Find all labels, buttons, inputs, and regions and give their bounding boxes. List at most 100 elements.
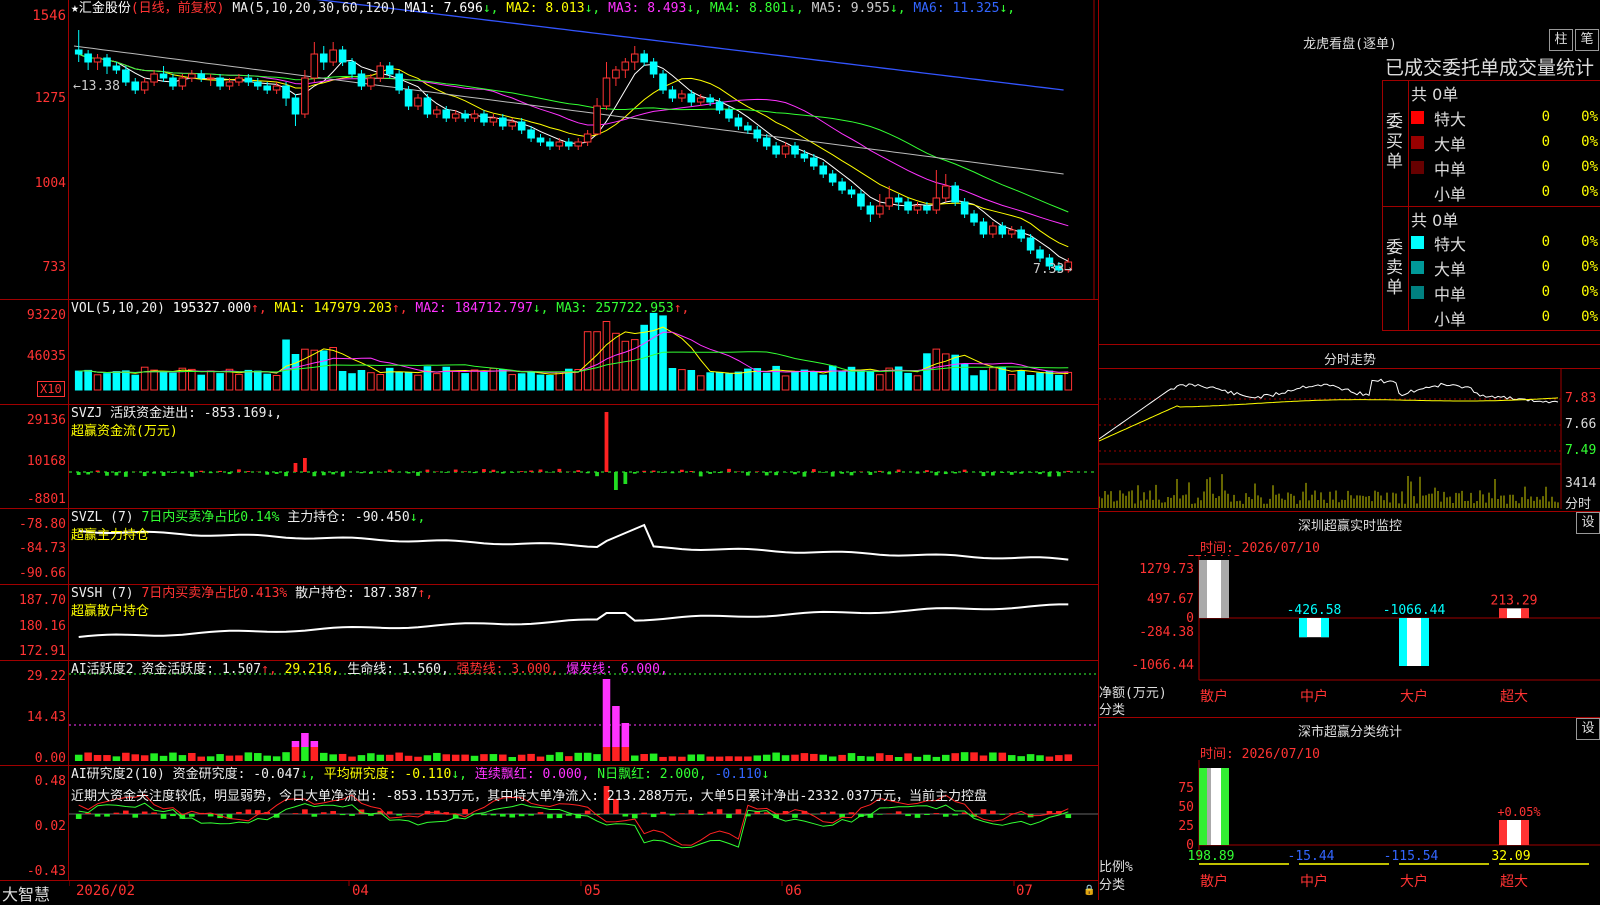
svsh-title: SVSH (7)	[71, 586, 141, 601]
panel-divider	[1099, 717, 1600, 718]
research-bar	[161, 814, 167, 819]
research-bar	[877, 814, 883, 815]
svsh-header: SVSH (7) 7日内买卖净占比0.413% 散户持仓: 187.387↑,	[71, 586, 433, 601]
research-bar	[302, 809, 308, 814]
volume-bar	[1065, 372, 1072, 390]
fund-flow-bar	[680, 470, 684, 472]
vol-unit-badge[interactable]: X10	[37, 381, 65, 397]
volume-bar	[990, 368, 997, 390]
fund-flow-bar	[605, 412, 609, 472]
brand-logo[interactable]: 大智慧	[2, 881, 50, 905]
active-bar	[801, 753, 809, 761]
candlestick	[961, 202, 968, 214]
active-bar	[367, 753, 375, 761]
candlestick	[763, 138, 770, 146]
volume-bar	[500, 370, 507, 391]
active-bar	[772, 753, 780, 761]
active-bar	[442, 754, 450, 761]
fund-flow-bar	[868, 472, 872, 475]
fund-flow-bar	[86, 472, 90, 474]
active-bar	[829, 756, 837, 761]
monitor-value-label: -426.58	[1287, 603, 1342, 618]
active-bar	[659, 757, 667, 761]
volume-bar	[471, 370, 478, 390]
candlestick	[952, 186, 959, 202]
fund-flow-bar	[671, 472, 675, 473]
fund-flow-bar	[821, 472, 825, 473]
y-tick: -90.66	[2, 567, 66, 581]
active-bar	[640, 754, 648, 761]
dragon-subtitle: 已成交委托单成交量统计	[1385, 53, 1594, 80]
candlestick	[189, 74, 196, 78]
volume-bar	[236, 374, 243, 390]
candlestick	[528, 130, 535, 138]
star-icon[interactable]: ★	[71, 1, 79, 16]
fund-flow-bar	[878, 471, 882, 472]
volume-bar	[679, 370, 686, 390]
candlestick	[396, 74, 403, 90]
fund-flow-bar	[96, 470, 100, 472]
active-bar	[282, 752, 290, 761]
candlestick	[971, 214, 978, 222]
candlestick	[330, 50, 337, 62]
low-price-label: 7.33→	[1033, 262, 1072, 277]
volume-bar	[980, 371, 987, 390]
research-bar	[415, 813, 421, 814]
candlestick	[236, 78, 243, 82]
research-bar	[330, 811, 336, 814]
y-tick: -84.73	[2, 542, 66, 556]
fund-flow-bar	[953, 472, 957, 473]
down-arrow-icon: ↓,	[300, 767, 316, 782]
stock-name[interactable]: 汇金股份	[79, 1, 131, 16]
research-bar	[726, 814, 732, 818]
stats-chart[interactable]: 7550250+0.05%198.89散户-15.44中户-115.54大户32…	[1099, 760, 1600, 900]
candlestick	[801, 154, 808, 158]
active-bar	[735, 756, 743, 761]
y-tick: 7.49	[1565, 443, 1596, 458]
active-bar	[980, 755, 988, 761]
stats-settings-button[interactable]: 设	[1576, 718, 1600, 740]
fund-flow-bar	[265, 472, 269, 475]
candlestick	[848, 190, 855, 194]
down-arrow-icon: ↓,	[890, 1, 913, 16]
stats-bar-shade	[1221, 768, 1229, 845]
fund-flow-bar	[1066, 471, 1070, 472]
active-bar	[499, 755, 507, 761]
stats-bar-shade	[1521, 820, 1529, 845]
fund-flow-bar	[510, 472, 514, 473]
monitor-settings-button[interactable]: 设	[1576, 512, 1600, 534]
sell-total: 共 0单	[1411, 207, 1458, 231]
active-bar	[235, 755, 243, 761]
pillar-button[interactable]: 柱	[1549, 29, 1573, 51]
candlestick	[141, 82, 148, 90]
fund-flow-bar	[774, 472, 778, 475]
volume-bar	[132, 375, 139, 390]
volume-bar	[1046, 371, 1053, 390]
intraday-chart[interactable]	[1099, 369, 1600, 509]
volume-bar	[1008, 375, 1015, 391]
fund-flow-bar	[341, 472, 345, 477]
up-arrow-icon: ↑,	[392, 301, 408, 316]
candlestick	[792, 146, 799, 154]
sell-color-swatch	[1411, 261, 1424, 274]
candlestick	[688, 94, 695, 102]
fund-flow-bar	[246, 471, 250, 472]
monitor-chart[interactable]: 1279.73497.670-284.38-1066.441279.73散户-4…	[1099, 555, 1600, 715]
ai-summary-text: 近期大资金关注度较低，明显弱势，今日大单净流出: -853.153万元，其中特大…	[71, 789, 1098, 804]
kline-chart[interactable]	[69, 0, 1098, 299]
volume-bar	[594, 332, 601, 390]
stats-category: 散户	[1200, 873, 1228, 890]
fund-flow-bar	[633, 472, 637, 474]
active-bar	[329, 754, 337, 761]
ai-research-chart[interactable]	[69, 766, 1098, 880]
research-bar	[1065, 814, 1071, 818]
volume-bar	[622, 341, 629, 390]
sell-row-percent: 0%	[1560, 259, 1598, 275]
candlestick	[311, 54, 318, 78]
fund-flow-bar	[331, 472, 335, 474]
buy-total: 共 0单	[1411, 81, 1458, 105]
candlestick	[697, 98, 704, 102]
candlestick	[641, 54, 648, 62]
pen-button[interactable]: 笔	[1575, 29, 1599, 51]
period-label[interactable]: (日线，前复权)	[131, 1, 225, 16]
